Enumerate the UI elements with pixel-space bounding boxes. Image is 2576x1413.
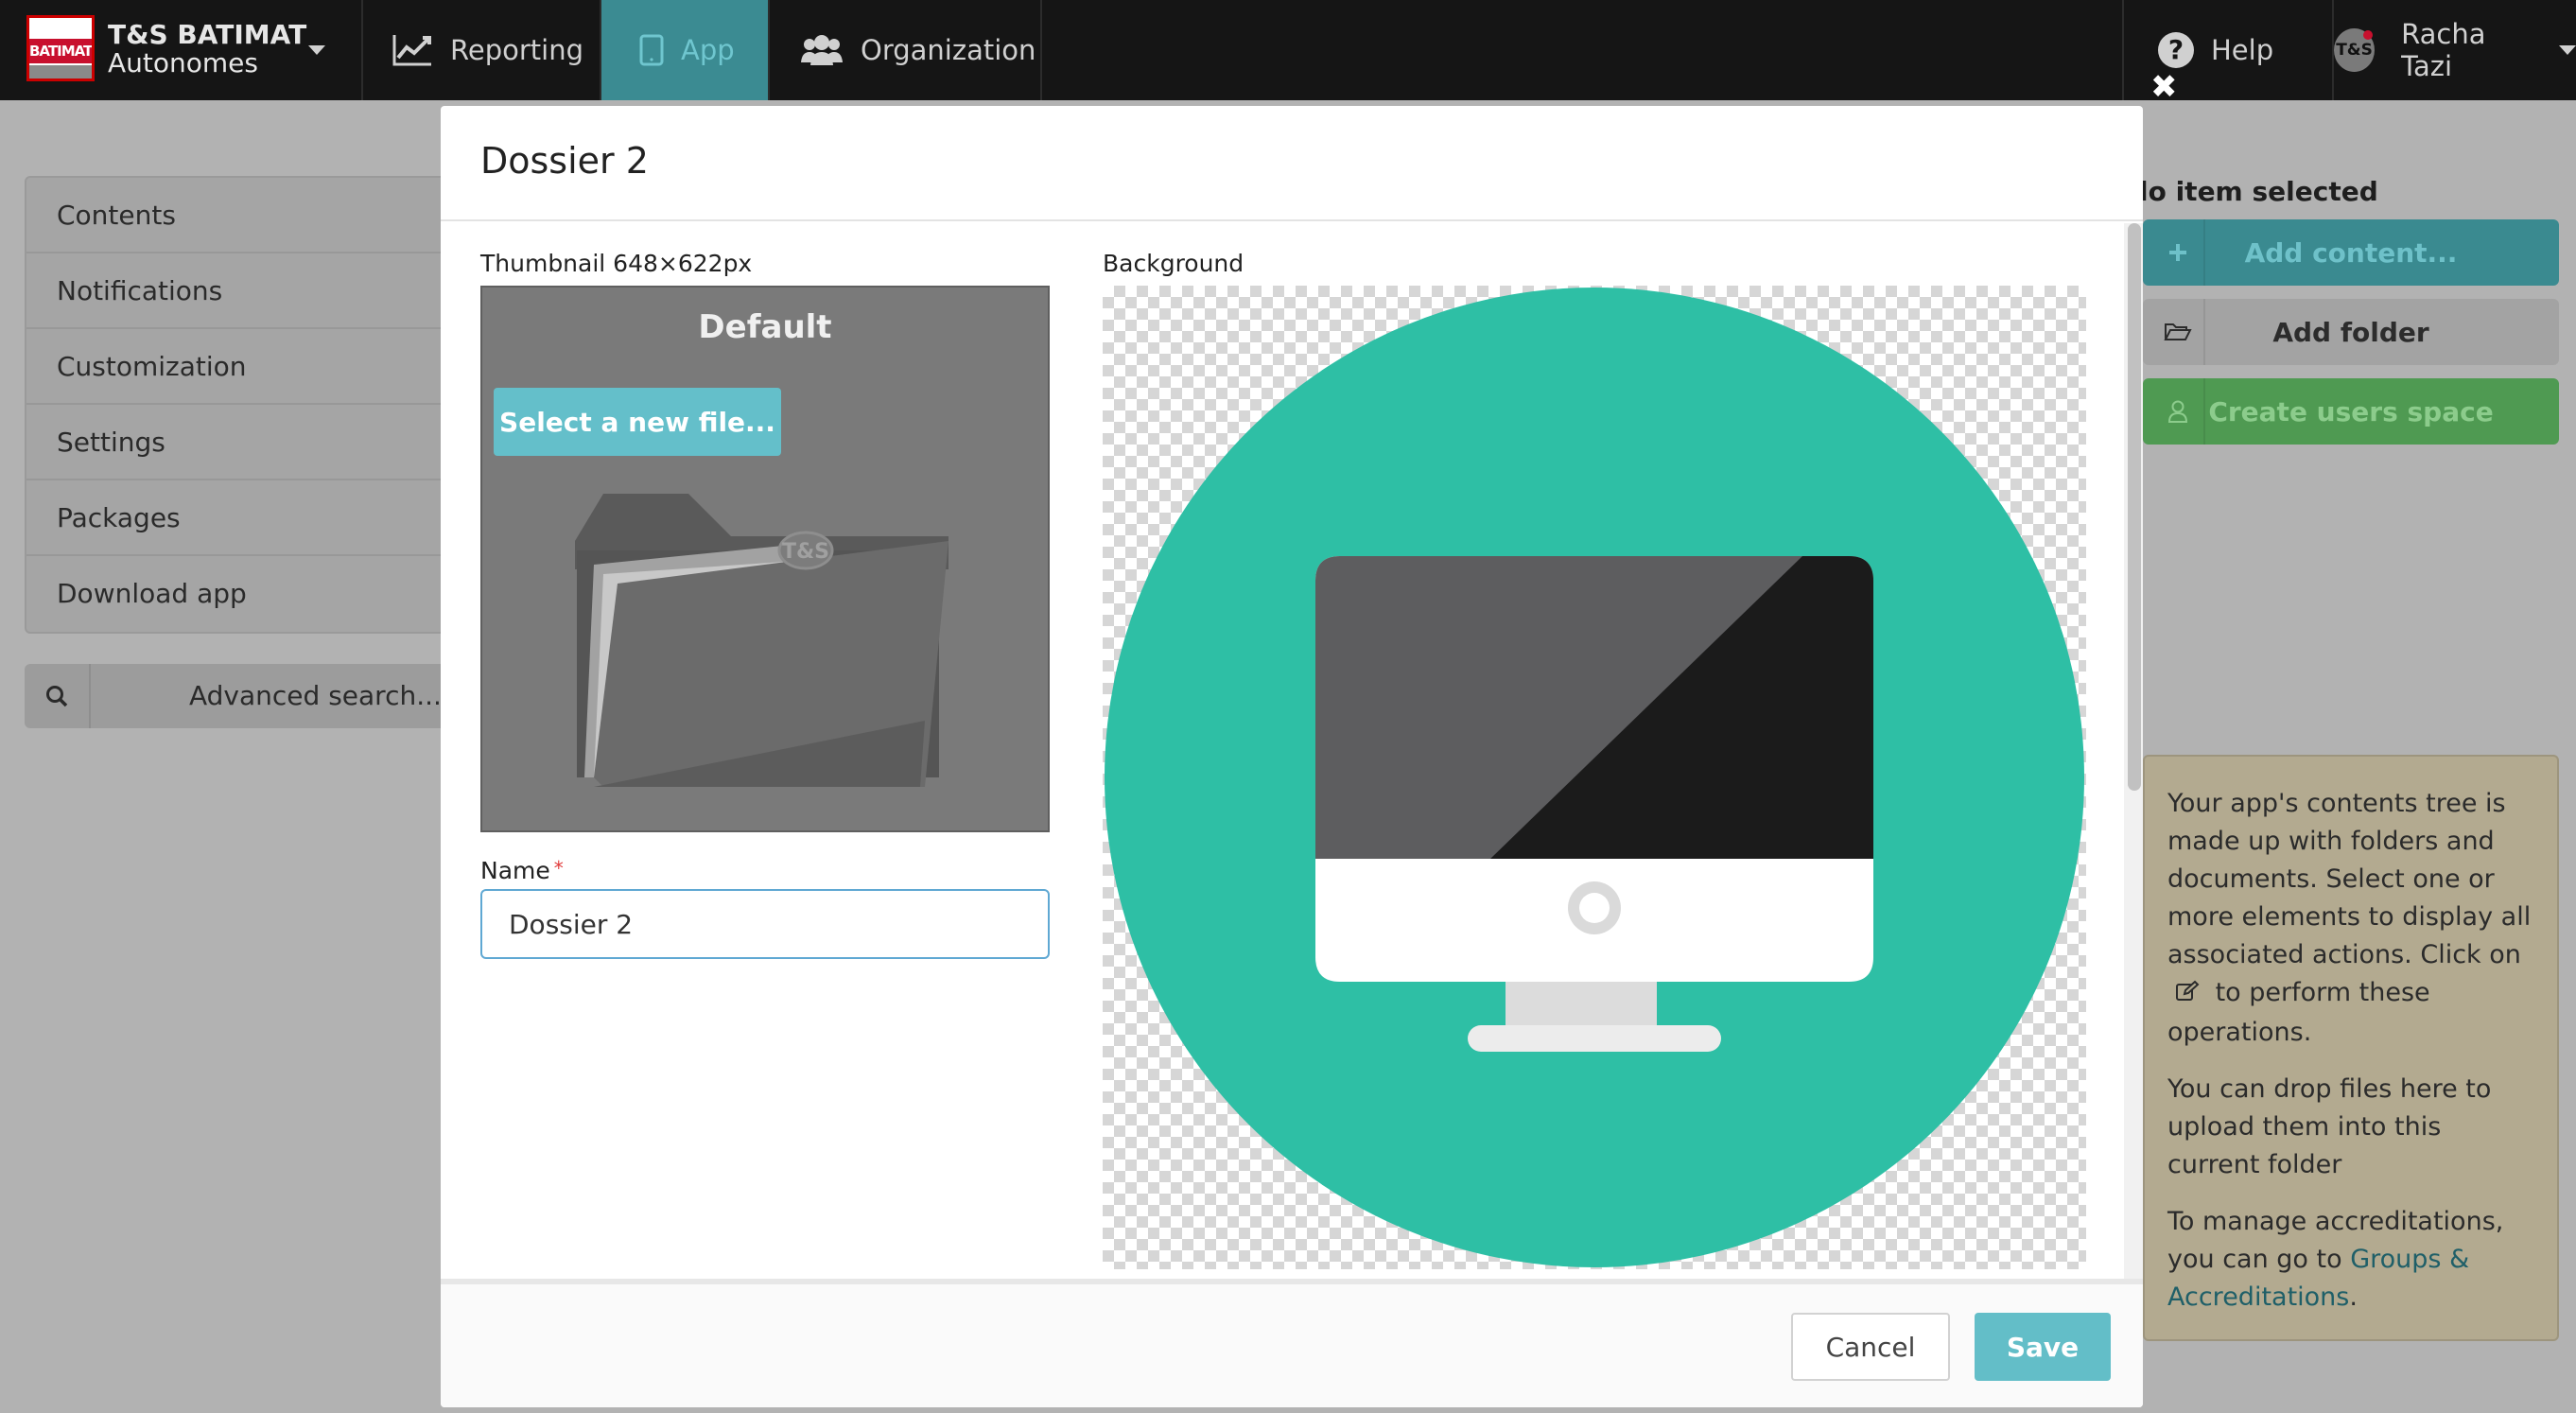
help-label: Help — [2211, 34, 2274, 66]
users-icon — [800, 34, 844, 66]
nav-app-label: App — [681, 34, 735, 66]
thumbnail-label: Thumbnail 648×622px — [480, 250, 753, 277]
question-circle-icon: ? — [2158, 32, 2194, 68]
cancel-button[interactable]: Cancel — [1791, 1313, 1950, 1381]
dialog-footer: Cancel Save — [441, 1279, 2143, 1407]
folder-brand-text: T&S — [782, 540, 829, 564]
create-users-space-button[interactable]: Create users space — [2143, 378, 2559, 445]
folder-open-icon — [2152, 299, 2205, 365]
dialog-title: Dossier 2 — [480, 140, 649, 182]
chart-line-icon — [392, 33, 433, 67]
info-paragraph-1: Your app's contents tree is made up with… — [2167, 785, 2534, 1052]
nav-organization[interactable]: Organization — [770, 0, 1042, 100]
advanced-search-button[interactable]: Advanced search... — [25, 664, 469, 728]
nav-organization-label: Organization — [861, 34, 1036, 66]
caret-down-icon — [308, 45, 325, 55]
user-icon — [2152, 378, 2205, 445]
dialog-header: Dossier 2 — [441, 106, 2143, 221]
avatar: T&S — [2334, 28, 2376, 72]
help-info-box: Your app's contents tree is made up with… — [2143, 755, 2559, 1341]
add-content-label: Add content... — [2244, 236, 2458, 269]
selection-status: lo item selected — [2139, 176, 2378, 207]
info-text: . — [2349, 1282, 2358, 1312]
name-label-text: Name — [480, 857, 550, 884]
sidebar-item-notifications[interactable]: Notifications — [26, 253, 467, 329]
dialog-scrollbar-thumb[interactable] — [2128, 223, 2141, 791]
nav-app[interactable]: App — [601, 0, 770, 100]
brand-switcher[interactable]: BATIMAT T&S BATIMAT Autonomes — [0, 0, 363, 100]
add-folder-button[interactable]: Add folder — [2143, 299, 2559, 365]
sidebar-item-contents[interactable]: Contents — [26, 178, 467, 253]
name-input[interactable] — [480, 889, 1050, 959]
sidebar-item-packages[interactable]: Packages — [26, 480, 467, 556]
save-button[interactable]: Save — [1975, 1313, 2111, 1381]
nav-reporting[interactable]: Reporting — [363, 0, 601, 100]
avatar-text: T&S — [2336, 41, 2373, 60]
user-menu[interactable]: T&S Racha Tazi — [2332, 0, 2576, 100]
sidebar-item-customization[interactable]: Customization — [26, 329, 467, 405]
background-label: Background — [1103, 250, 1244, 277]
create-users-space-label: Create users space — [2208, 395, 2494, 427]
sidebar-item-settings[interactable]: Settings — [26, 405, 467, 480]
sidebar-menu: Contents Notifications Customization Set… — [25, 176, 469, 634]
plus-icon — [2152, 219, 2205, 286]
notification-dot — [2363, 30, 2374, 40]
thumbnail-default-text: Default — [698, 308, 832, 346]
close-icon[interactable]: ✖ — [2150, 70, 2178, 104]
info-text: to perform these operations. — [2167, 978, 2430, 1047]
search-icon — [25, 664, 91, 728]
name-label: Name * — [480, 857, 564, 884]
edit-icon — [2175, 976, 2200, 1014]
advanced-search-label: Advanced search... — [189, 680, 442, 711]
brand-logo-text: BATIMAT — [29, 39, 92, 63]
brand-title: T&S BATIMAT — [108, 19, 307, 50]
nav-reporting-label: Reporting — [450, 34, 583, 66]
brand-logo-band — [29, 65, 92, 78]
edit-folder-dialog: Dossier 2 Thumbnail 648×622px Default Se… — [441, 106, 2143, 1407]
info-text: Your app's contents tree is made up with… — [2167, 789, 2532, 969]
top-navbar: BATIMAT T&S BATIMAT Autonomes Reporting … — [0, 0, 2576, 100]
info-paragraph-3: To manage accreditations, you can go to … — [2167, 1203, 2534, 1317]
select-file-button[interactable]: Select a new file... — [494, 388, 781, 456]
brand-logo: BATIMAT — [26, 15, 95, 81]
user-name: Racha Tazi — [2401, 18, 2486, 82]
thumbnail-preview: Default Select a new file... T&S — [480, 286, 1050, 832]
required-mark: * — [553, 857, 564, 880]
sidebar-item-download-app[interactable]: Download app — [26, 556, 467, 632]
caret-down-icon — [2559, 45, 2576, 55]
info-paragraph-2: You can drop files here to upload them i… — [2167, 1074, 2492, 1179]
brand-subtitle: Autonomes — [108, 47, 258, 78]
background-preview — [1103, 286, 2086, 1269]
desktop-computer-icon — [1105, 288, 2084, 1267]
add-folder-label: Add folder — [2272, 316, 2429, 348]
add-content-button[interactable]: Add content... — [2143, 219, 2559, 286]
tablet-icon — [639, 34, 664, 66]
folder-icon: T&S — [575, 494, 949, 787]
